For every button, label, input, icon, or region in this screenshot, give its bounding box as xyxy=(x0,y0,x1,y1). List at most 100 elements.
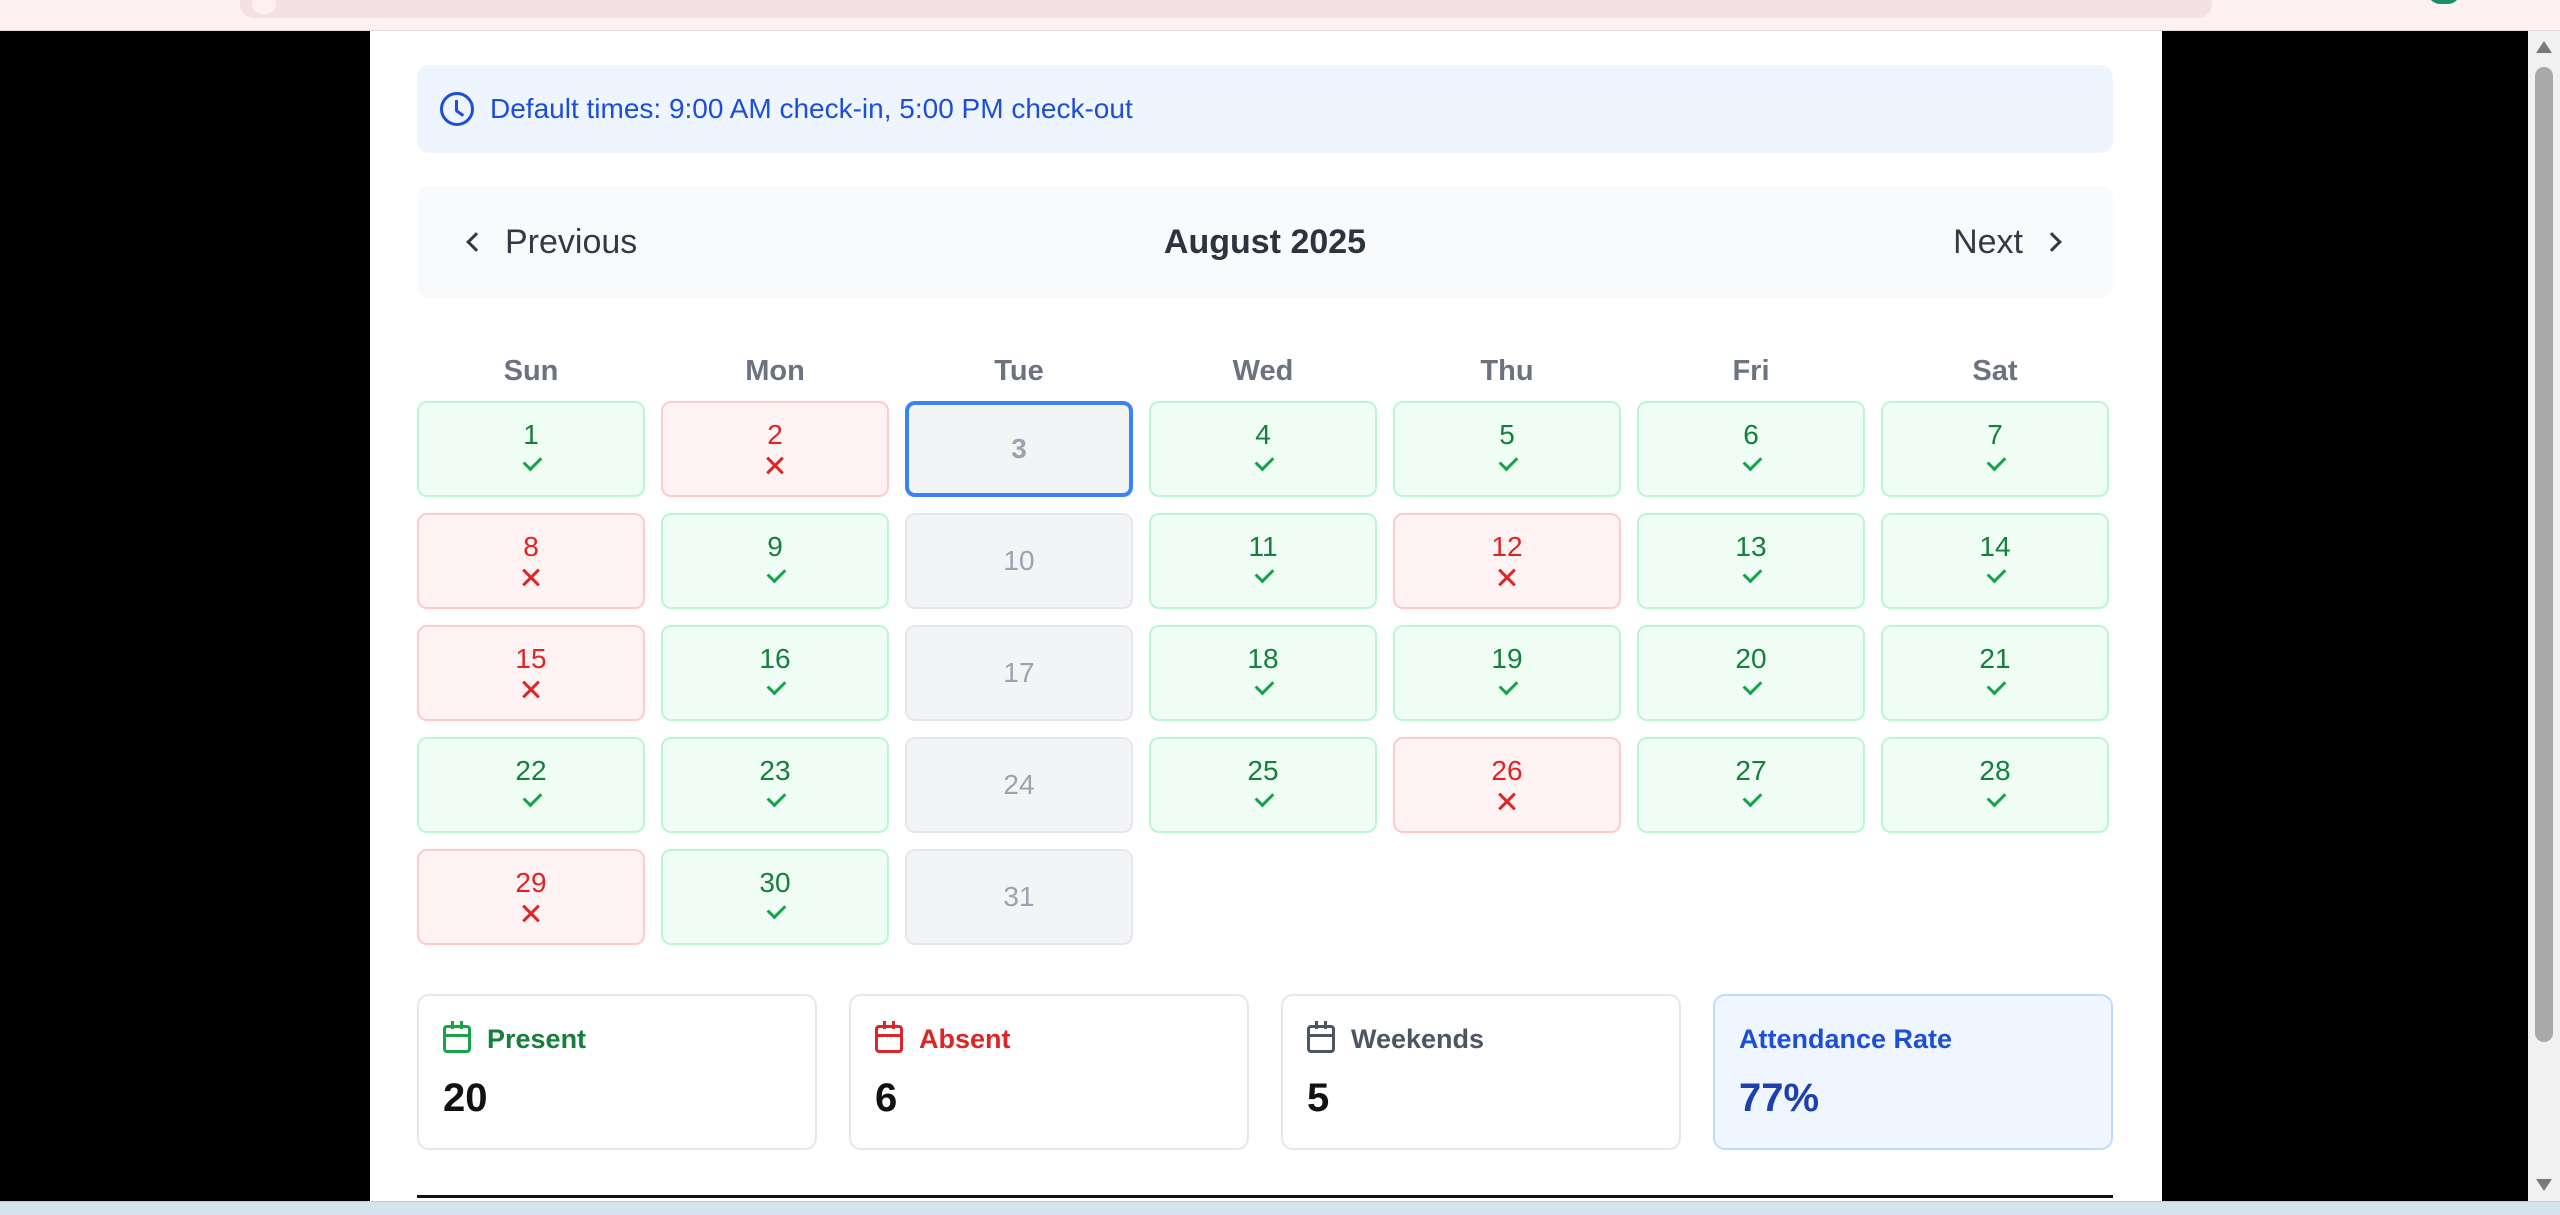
check-icon xyxy=(1739,566,1763,590)
day-number: 31 xyxy=(1003,881,1035,912)
absent-card: Absent 6 xyxy=(849,994,1249,1150)
check-icon xyxy=(1739,454,1763,478)
check-icon xyxy=(763,790,787,814)
calendar-x-icon xyxy=(1307,1021,1335,1053)
calendar-day[interactable]: 6 xyxy=(1637,401,1865,497)
day-number: 21 xyxy=(1979,643,2011,674)
calendar-day[interactable]: 11 xyxy=(1149,513,1377,609)
chevron-left-icon xyxy=(466,232,486,252)
check-icon xyxy=(519,790,543,814)
calendar-day[interactable]: 16 xyxy=(661,625,889,721)
calendar-day[interactable]: 4 xyxy=(1149,401,1377,497)
weekday-sat: Sat xyxy=(1972,355,2018,387)
day-number: 14 xyxy=(1979,531,2011,562)
calendar-day[interactable]: 31 xyxy=(905,849,1133,945)
next-month-button[interactable]: Next xyxy=(1953,186,2062,298)
default-times-text: Default times: 9:00 AM check-in, 5:00 PM… xyxy=(490,93,1133,124)
calendar-day[interactable]: 20 xyxy=(1637,625,1865,721)
day-number: 22 xyxy=(515,755,547,786)
check-icon xyxy=(1495,678,1519,702)
calendar-day[interactable]: 14 xyxy=(1881,513,2109,609)
day-number: 10 xyxy=(1003,545,1035,576)
calendar-day[interactable]: 13 xyxy=(1637,513,1865,609)
calendar-day[interactable]: 30 xyxy=(661,849,889,945)
calendar-day[interactable]: 9 xyxy=(661,513,889,609)
default-times-banner: Default times: 9:00 AM check-in, 5:00 PM… xyxy=(417,65,2113,153)
calendar-day[interactable]: 12 xyxy=(1393,513,1621,609)
day-number: 1 xyxy=(523,419,539,450)
calendar-day[interactable]: 1 xyxy=(417,401,645,497)
weekends-card: Weekends 5 xyxy=(1281,994,1681,1150)
day-number: 23 xyxy=(759,755,791,786)
day-number: 8 xyxy=(523,531,539,562)
day-number: 24 xyxy=(1003,769,1035,800)
calendar-x-icon xyxy=(875,1021,903,1053)
scroll-down-icon[interactable] xyxy=(2536,1179,2552,1191)
calendar-day[interactable]: 25 xyxy=(1149,737,1377,833)
attendance-rate-value: 77% xyxy=(1739,1076,1820,1120)
check-icon xyxy=(1251,790,1275,814)
x-icon xyxy=(519,902,543,926)
calendar-day[interactable]: 21 xyxy=(1881,625,2109,721)
calendar-day[interactable]: 28 xyxy=(1881,737,2109,833)
check-icon xyxy=(1251,454,1275,478)
calendar-day[interactable]: 15 xyxy=(417,625,645,721)
weekday-mon: Mon xyxy=(745,355,805,387)
day-number: 27 xyxy=(1735,755,1767,786)
absent-label: Absent xyxy=(919,1023,1011,1054)
previous-month-button[interactable]: Previous xyxy=(466,186,637,298)
present-label: Present xyxy=(487,1023,587,1054)
day-number: 20 xyxy=(1735,643,1767,674)
day-number: 7 xyxy=(1987,419,2003,450)
x-icon xyxy=(519,566,543,590)
check-icon xyxy=(519,454,543,478)
day-number: 6 xyxy=(1743,419,1759,450)
calendar-day[interactable]: 8 xyxy=(417,513,645,609)
day-number: 11 xyxy=(1248,531,1278,562)
calendar-day[interactable]: 18 xyxy=(1149,625,1377,721)
x-icon xyxy=(519,678,543,702)
calendar-day[interactable]: 19 xyxy=(1393,625,1621,721)
weekday-wed: Wed xyxy=(1232,355,1294,387)
calendar-day[interactable]: 26 xyxy=(1393,737,1621,833)
profile-avatar[interactable] xyxy=(2428,0,2460,4)
check-icon xyxy=(763,566,787,590)
vertical-scrollbar[interactable] xyxy=(2528,31,2560,1201)
absent-count: 6 xyxy=(875,1076,898,1120)
check-icon xyxy=(1495,454,1519,478)
address-bar[interactable] xyxy=(240,0,2212,18)
calendar-day[interactable]: 10 xyxy=(905,513,1133,609)
clock-icon xyxy=(440,92,474,126)
day-number: 25 xyxy=(1247,755,1279,786)
calendar-day[interactable]: 7 xyxy=(1881,401,2109,497)
day-number: 19 xyxy=(1491,643,1523,674)
day-number: 26 xyxy=(1491,755,1523,786)
month-title: August 2025 xyxy=(1163,223,1367,261)
calendar-day[interactable]: 29 xyxy=(417,849,645,945)
calendar-day[interactable]: 23 xyxy=(661,737,889,833)
day-number: 9 xyxy=(767,531,783,562)
site-info-icon[interactable] xyxy=(252,0,276,14)
calendar-day[interactable]: 2 xyxy=(661,401,889,497)
day-number: 15 xyxy=(515,643,547,674)
weekends-label: Weekends xyxy=(1351,1023,1485,1054)
weekday-fri: Fri xyxy=(1732,355,1770,387)
x-icon xyxy=(1495,566,1519,590)
calendar-day[interactable]: 3 xyxy=(905,401,1133,497)
taskbar xyxy=(0,1201,2560,1215)
calendar-day[interactable]: 17 xyxy=(905,625,1133,721)
present-count: 20 xyxy=(443,1076,488,1120)
calendar-day[interactable]: 22 xyxy=(417,737,645,833)
day-number: 28 xyxy=(1979,755,2011,786)
calendar-day[interactable]: 24 xyxy=(905,737,1133,833)
scroll-up-icon[interactable] xyxy=(2536,41,2552,53)
check-icon xyxy=(763,902,787,926)
section-divider xyxy=(417,1195,2113,1198)
attendance-page: Default times: 9:00 AM check-in, 5:00 PM… xyxy=(370,31,2162,1201)
browser-top-bar xyxy=(0,0,2560,31)
scrollbar-thumb[interactable] xyxy=(2535,67,2553,1042)
calendar-day[interactable]: 27 xyxy=(1637,737,1865,833)
calendar-day[interactable]: 5 xyxy=(1393,401,1621,497)
day-number: 16 xyxy=(759,643,791,674)
attendance-rate-label: Attendance Rate xyxy=(1739,1023,1953,1054)
